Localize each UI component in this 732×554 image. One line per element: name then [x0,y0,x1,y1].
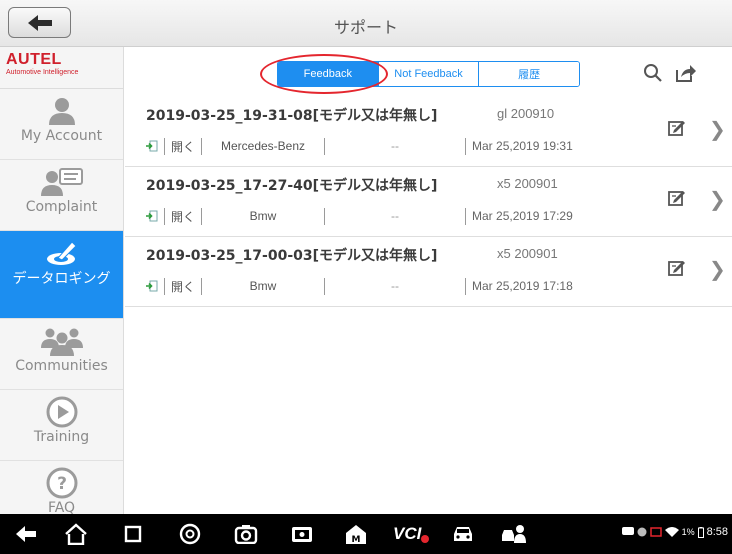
log-title: 2019-03-25_19-31-08[モデル又は年無し] [146,108,438,124]
battery-icon [697,526,704,538]
status-area: 1% 8:58 [621,526,728,538]
sidebar-item-training[interactable]: Training [0,390,123,461]
open-label[interactable]: 開く [171,278,195,295]
edit-icon[interactable] [668,260,686,276]
person-icon [48,98,75,125]
log-date: Mar 25,2019 19:31 [472,139,573,153]
svg-text:M: M [352,535,361,545]
sidebar-item-label: Training [33,429,90,445]
message-icon [621,527,634,535]
log-meta: 開く Mercedes-Benz -- Mar 25,2019 19:31 [146,137,573,155]
data-logging-icon [46,241,77,265]
camera-icon [234,525,258,544]
log-meta: 開く Bmw -- Mar 25,2019 17:18 [146,277,573,295]
log-title: 2019-03-25_17-27-40[モデル又は年無し] [146,178,438,194]
tab-not-feedback[interactable]: Not Feedback [377,62,479,86]
open-file-icon [146,280,158,292]
tab-history[interactable]: 履歴 [478,62,579,86]
vin-value: -- [391,209,400,223]
feedback-tab-group: Feedback Not Feedback 履歴 [277,61,580,87]
vci-disconnected-icon [421,535,430,543]
sidebar: AUTEL Automotive Intelligence My Account… [0,47,124,514]
play-icon [46,396,77,428]
chevron-right-icon[interactable]: ❯ [709,117,726,142]
log-meta: 開く Bmw -- Mar 25,2019 17:29 [146,207,573,225]
log-model: x5 200901 [497,176,558,191]
toolbar: Feedback Not Feedback 履歴 [125,47,732,97]
logo-tagline: Automotive Intelligence [6,69,79,76]
video-icon [292,527,312,542]
sidebar-item-faq[interactable]: ? FAQ [0,461,123,514]
vin-value: -- [391,139,400,153]
log-date: Mar 25,2019 17:29 [472,209,573,223]
car-icon [454,527,472,541]
open-file-icon [146,140,158,152]
autel-logo: AUTEL Automotive Intelligence [0,47,123,89]
page-title: サポート [333,18,398,37]
group-icon [40,328,83,356]
nav-maxifix-button[interactable]: M [344,522,368,546]
tab-feedback[interactable]: Feedback [278,62,378,86]
svg-text:?: ? [57,474,67,494]
list-item[interactable]: 2019-03-25_19-31-08[モデル又は年無し] gl 200910 … [125,97,732,167]
open-label[interactable]: 開く [171,138,195,155]
maxifix-home-icon: M [346,525,366,545]
vehicle-make: Bmw [249,279,277,293]
chevron-right-icon[interactable]: ❯ [709,257,726,282]
back-icon [16,526,36,542]
vehicle-make: Bmw [249,209,277,223]
battery-warning-icon [649,527,662,537]
share-button[interactable] [674,61,698,85]
home-icon [65,523,87,545]
nav-vehicle-button[interactable] [451,522,475,546]
logo-brand: AUTEL [6,51,62,68]
edit-icon[interactable] [668,190,686,206]
nav-video-button[interactable] [290,522,314,546]
log-model: gl 200910 [497,106,555,121]
chevron-right-icon[interactable]: ❯ [709,187,726,212]
battery-percent: 1% [681,527,695,537]
nav-vci-button[interactable]: VCI [393,522,430,546]
sidebar-item-label: Complaint [25,199,98,215]
nav-camera-button[interactable] [234,522,258,546]
notification-icon [637,527,647,537]
sidebar-item-data-logging[interactable]: データロギング [0,231,123,319]
vin-value: -- [391,279,400,293]
nav-recents-button[interactable] [124,522,142,546]
nav-home-button[interactable] [64,522,88,546]
system-nav-bar: M VCI 1% 8:58 [0,514,732,554]
title-bar: サポート [0,0,732,47]
nav-back-button[interactable] [14,522,38,546]
open-file-icon [146,210,158,222]
log-title: 2019-03-25_17-00-03[モデル又は年無し] [146,248,438,264]
open-label[interactable]: 開く [171,208,195,225]
list-item[interactable]: 2019-03-25_17-00-03[モデル又は年無し] x5 200901 … [125,237,732,307]
search-button[interactable] [641,61,665,85]
vehicle-make: Mercedes-Benz [220,139,306,153]
log-model: x5 200901 [497,246,558,261]
edit-icon[interactable] [668,120,686,136]
list-item[interactable]: 2019-03-25_17-27-40[モデル又は年無し] x5 200901 … [125,167,732,237]
nav-chrome-button[interactable] [179,522,201,546]
chrome-icon [179,523,201,545]
sidebar-item-label: FAQ [47,500,76,514]
vci-label: VCI [393,524,422,543]
sidebar-item-label: My Account [20,128,103,144]
log-list: 2019-03-25_19-31-08[モデル又は年無し] gl 200910 … [125,97,732,307]
nav-remote-support-button[interactable] [500,522,528,546]
sidebar-item-communities[interactable]: Communities [0,319,123,390]
clock: 8:58 [706,526,728,538]
sidebar-item-label: Communities [15,358,108,374]
share-icon [676,65,696,82]
recent-apps-icon [124,525,142,543]
sidebar-item-my-account[interactable]: My Account [0,89,123,160]
remote-support-icon [502,525,526,543]
complaint-chat-icon [40,168,83,196]
log-date: Mar 25,2019 17:18 [472,279,573,293]
sidebar-item-complaint[interactable]: Complaint [0,160,123,231]
question-icon: ? [46,467,77,499]
search-icon [644,64,662,82]
wifi-icon [664,527,679,537]
sidebar-item-label: データロギング [12,271,111,287]
